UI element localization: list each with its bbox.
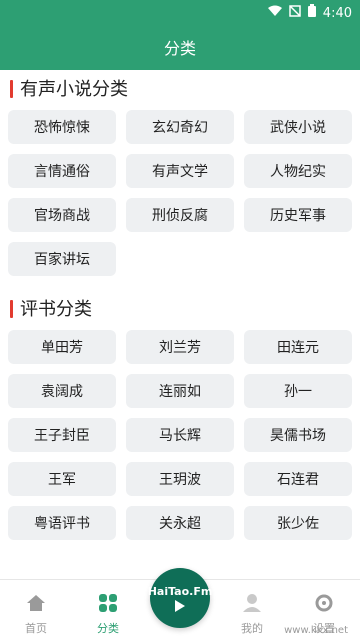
category-chip[interactable]: 历史军事 [244, 198, 352, 232]
logo-text: HaiTao.Fm [147, 584, 213, 598]
category-chip[interactable]: 粤语评书 [8, 506, 116, 540]
category-chip[interactable]: 单田芳 [8, 330, 116, 364]
status-time: 4:40 [322, 5, 352, 21]
home-icon [23, 590, 49, 616]
category-chip[interactable]: 王子封臣 [8, 418, 116, 452]
no-signal-icon [289, 5, 301, 21]
nav-mine[interactable]: 我的 [216, 586, 288, 636]
page-title: 分类 [163, 39, 196, 58]
app-bar: 分类 [0, 24, 360, 70]
audio-novel-category-grid: 恐怖惊悚 玄幻奇幻 武侠小说 言情通俗 有声文学 人物纪实 官场商战 刑侦反腐 … [0, 110, 360, 276]
category-chip[interactable]: 马长辉 [126, 418, 234, 452]
category-chip[interactable]: 王军 [8, 462, 116, 496]
category-chip[interactable]: 石连君 [244, 462, 352, 496]
storytelling-category-grid: 单田芳 刘兰芳 田连元 袁阔成 连丽如 孙一 王子封臣 马长辉 昊儒书场 王军 … [0, 330, 360, 540]
play-icon [175, 599, 185, 612]
watermark-text: www.kkx.net [284, 625, 348, 636]
bottom-navigation: 首页 分类 HaiTao.Fm 我的 设置 www.kkx.net [0, 568, 360, 640]
category-chip[interactable]: 刑侦反腐 [126, 198, 234, 232]
category-chip[interactable]: 关永超 [126, 506, 234, 540]
category-chip[interactable]: 百家讲坛 [8, 242, 116, 276]
nav-label: 我的 [241, 622, 263, 635]
category-chip[interactable]: 有声文学 [126, 154, 234, 188]
category-chip[interactable]: 孙一 [244, 374, 352, 408]
nav-category[interactable]: 分类 [72, 586, 144, 636]
category-chip[interactable]: 恐怖惊悚 [8, 110, 116, 144]
category-chip[interactable]: 官场商战 [8, 198, 116, 232]
section-accent-bar [10, 300, 13, 318]
section-accent-bar [10, 80, 13, 98]
gear-icon [311, 590, 337, 616]
section-header-storytelling: 评书分类 [0, 290, 360, 326]
nav-label: 分类 [97, 622, 119, 635]
category-chip[interactable]: 王玥波 [126, 462, 234, 496]
grid-icon [95, 590, 121, 616]
section-header-audio-novels: 有声小说分类 [0, 70, 360, 106]
section-title: 评书分类 [20, 299, 92, 320]
category-chip[interactable]: 玄幻奇幻 [126, 110, 234, 144]
category-chip[interactable]: 田连元 [244, 330, 352, 364]
category-chip[interactable]: 言情通俗 [8, 154, 116, 188]
wifi-icon [267, 5, 283, 21]
user-icon [239, 590, 265, 616]
category-chip[interactable]: 武侠小说 [244, 110, 352, 144]
nav-home[interactable]: 首页 [0, 586, 72, 636]
section-title: 有声小说分类 [20, 79, 128, 100]
category-chip[interactable]: 刘兰芳 [126, 330, 234, 364]
category-chip[interactable]: 张少佐 [244, 506, 352, 540]
center-logo-button[interactable]: HaiTao.Fm [147, 568, 213, 628]
battery-icon [307, 4, 317, 22]
nav-label: 首页 [25, 622, 47, 635]
category-chip[interactable]: 连丽如 [126, 374, 234, 408]
status-bar: 4:40 [0, 0, 360, 24]
category-content[interactable]: 有声小说分类 恐怖惊悚 玄幻奇幻 武侠小说 言情通俗 有声文学 人物纪实 官场商… [0, 70, 360, 580]
category-chip[interactable]: 袁阔成 [8, 374, 116, 408]
category-chip[interactable]: 昊儒书场 [244, 418, 352, 452]
category-chip[interactable]: 人物纪实 [244, 154, 352, 188]
status-icons: 4:40 [267, 4, 352, 22]
